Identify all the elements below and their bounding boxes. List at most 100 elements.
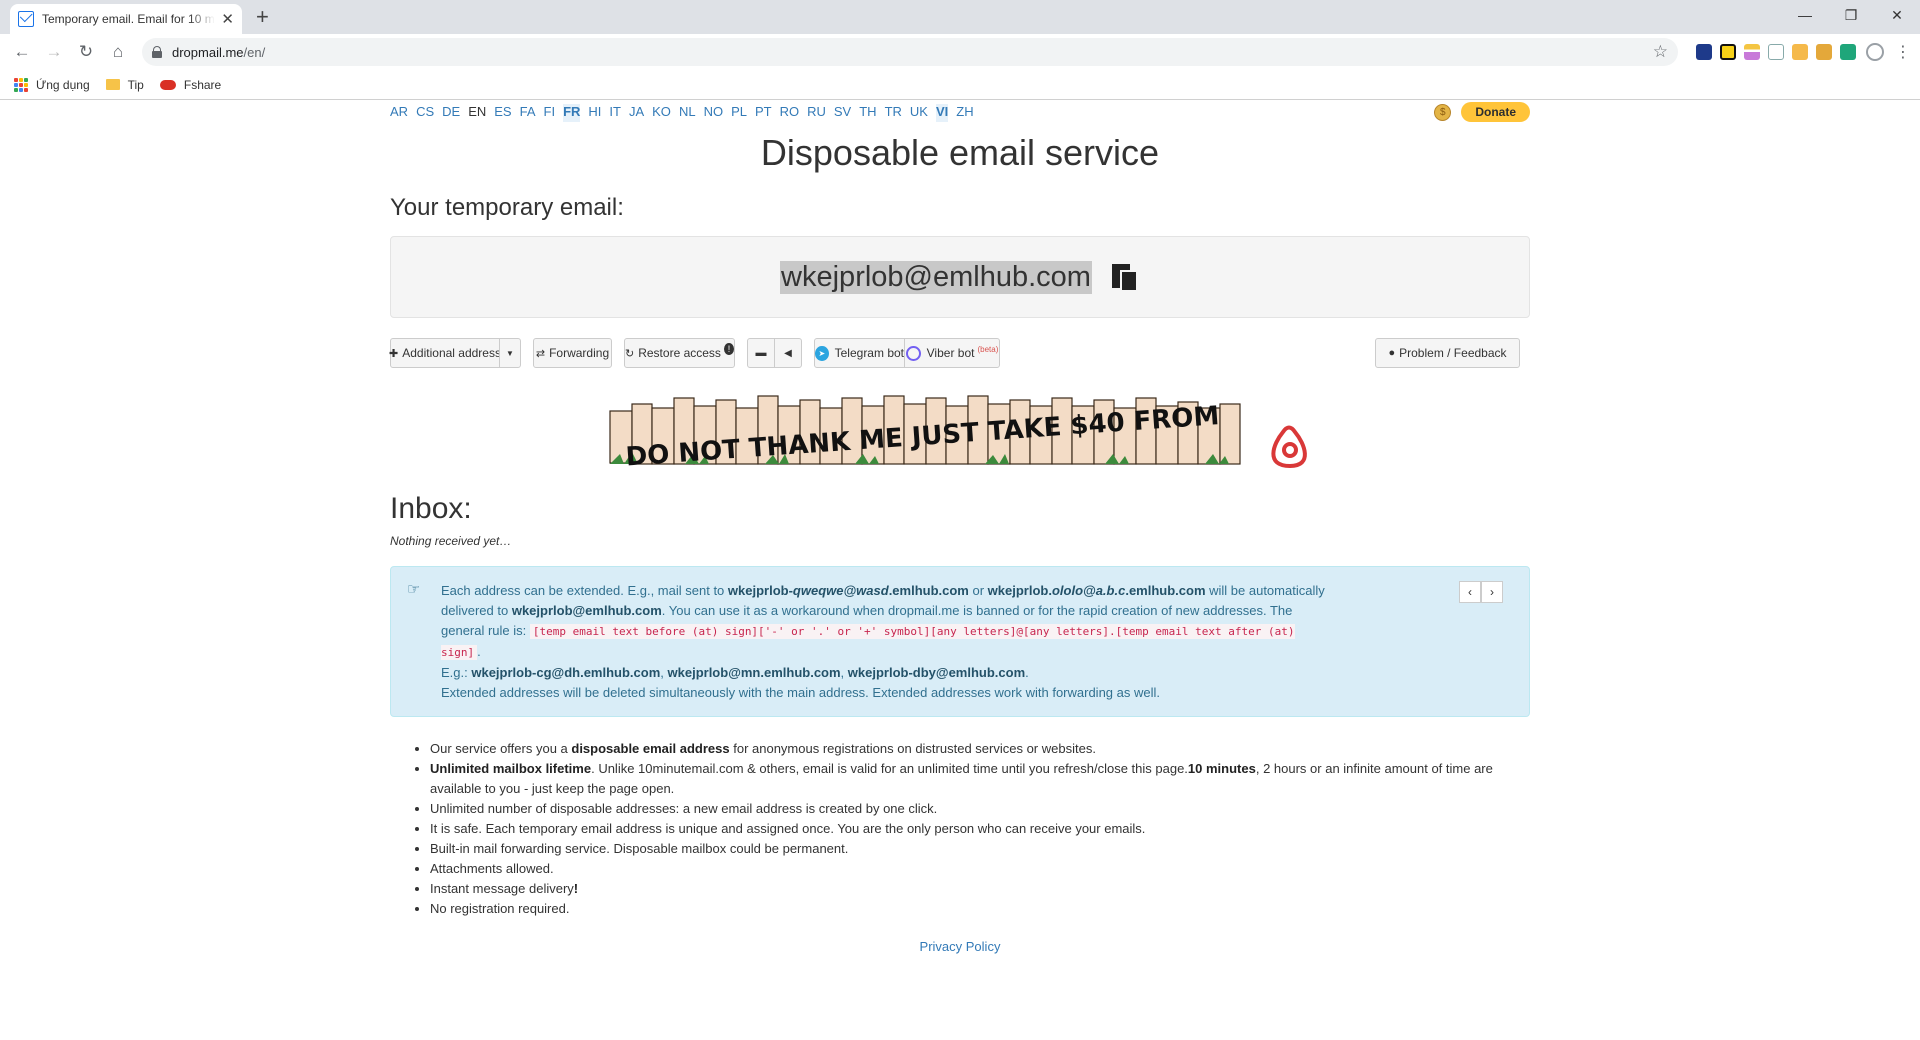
language-link-nl[interactable]: NL bbox=[679, 104, 696, 122]
bookmark-label: Fshare bbox=[183, 77, 222, 92]
page-title: Disposable email service bbox=[760, 132, 1160, 173]
extension-person-icon[interactable] bbox=[1840, 44, 1856, 60]
extension-grid-icon[interactable] bbox=[1816, 44, 1832, 60]
restore-icon[interactable]: ❐ bbox=[1828, 0, 1874, 30]
language-link-ro[interactable]: RO bbox=[780, 104, 800, 122]
extension-icons bbox=[1696, 44, 1856, 60]
language-link-it[interactable]: IT bbox=[609, 104, 621, 122]
telegram-bot-button[interactable]: ➤ Telegram bot bbox=[814, 338, 905, 368]
menu-kebab-icon[interactable]: ⋮ bbox=[1894, 42, 1912, 62]
url-path: /en/ bbox=[243, 44, 266, 60]
language-link-ru[interactable]: RU bbox=[807, 104, 826, 122]
language-link-es[interactable]: ES bbox=[494, 104, 511, 122]
example-domain: .emlhub.com bbox=[888, 583, 969, 598]
language-link-tr[interactable]: TR bbox=[885, 104, 902, 122]
browser-tab[interactable]: Temporary email. Email for 10 minutes ✕ bbox=[10, 4, 242, 34]
telegram-bot-label: Telegram bot bbox=[834, 346, 904, 360]
hand-pointer-icon: ☞ bbox=[407, 581, 421, 598]
language-link-de[interactable]: DE bbox=[442, 104, 460, 122]
profile-avatar-icon[interactable] bbox=[1866, 43, 1884, 61]
eg-address: wkejprlob@mn.emlhub.com bbox=[667, 665, 841, 680]
lock-icon[interactable] bbox=[152, 46, 162, 58]
close-window-icon[interactable]: ✕ bbox=[1874, 0, 1920, 30]
feature-text: Instant message delivery bbox=[430, 881, 574, 896]
temp-email-address[interactable]: wkejprlob@emlhub.com bbox=[780, 260, 1092, 294]
donate-button[interactable]: Donate bbox=[1461, 102, 1530, 122]
language-link-fr[interactable]: FR bbox=[563, 104, 581, 122]
chat-button[interactable]: ▬ bbox=[747, 338, 775, 368]
temp-email-label: Your temporary email: bbox=[390, 194, 624, 221]
language-link-pt[interactable]: PT bbox=[755, 104, 772, 122]
language-link-fa[interactable]: FA bbox=[520, 104, 536, 122]
separator: . bbox=[1025, 665, 1029, 680]
tip-text: Each address can be extended. E.g., mail… bbox=[441, 583, 728, 598]
language-link-hi[interactable]: HI bbox=[588, 104, 601, 122]
address-bar[interactable]: dropmail.me/en/ ☆ bbox=[142, 38, 1678, 66]
language-link-fi[interactable]: FI bbox=[544, 104, 556, 122]
inbox-empty-message: Nothing received yet… bbox=[390, 534, 512, 548]
rule-code: [temp email text before (at) sign]['-' o… bbox=[441, 624, 1295, 660]
restore-access-button[interactable]: ↻ Restore access ! bbox=[624, 338, 735, 368]
extension-leaf-icon[interactable] bbox=[1792, 44, 1808, 60]
forward-icon[interactable]: → bbox=[40, 38, 68, 66]
tips-text: Each address can be extended. E.g., mail… bbox=[441, 581, 1331, 703]
refresh-icon: ↻ bbox=[625, 347, 635, 360]
reload-icon[interactable]: ↻ bbox=[72, 38, 100, 66]
list-item: Our service offers you a disposable emai… bbox=[430, 739, 1530, 759]
extension-stripes-icon[interactable] bbox=[1744, 44, 1760, 60]
chevron-left-icon[interactable]: ‹ bbox=[1459, 581, 1481, 603]
close-tab-icon[interactable]: ✕ bbox=[221, 10, 234, 28]
language-link-vi[interactable]: VI bbox=[935, 104, 949, 122]
bookmark-fshare[interactable]: Fshare bbox=[159, 77, 222, 92]
tips-alert: ☞ Each address can be extended. E.g., ma… bbox=[390, 566, 1530, 717]
announce-button[interactable]: ◀ bbox=[774, 338, 802, 368]
language-link-ar[interactable]: AR bbox=[390, 104, 408, 122]
language-link-cs[interactable]: CS bbox=[416, 104, 434, 122]
example-user: wkejprlob. bbox=[987, 583, 1052, 598]
extension-n-icon[interactable] bbox=[1720, 44, 1736, 60]
minimize-icon[interactable]: — bbox=[1782, 0, 1828, 30]
back-icon[interactable]: ← bbox=[8, 38, 36, 66]
forwarding-button[interactable]: ⇄ Forwarding bbox=[533, 338, 612, 368]
additional-address-dropdown[interactable]: ▼ bbox=[499, 338, 521, 368]
feature-bold: Unlimited mailbox lifetime bbox=[430, 761, 592, 776]
eg-address: wkejprlob-dby@emlhub.com bbox=[847, 665, 1026, 680]
extension-j-icon[interactable] bbox=[1696, 44, 1712, 60]
feature-text: . Unlike 10minutemail.com & others, emai… bbox=[591, 761, 1188, 776]
caret-down-icon: ▼ bbox=[506, 348, 514, 358]
language-link-zh[interactable]: ZH bbox=[956, 104, 973, 122]
privacy-policy-link[interactable]: Privacy Policy bbox=[390, 939, 1530, 954]
language-link-pl[interactable]: PL bbox=[731, 104, 747, 122]
extension-arrow-icon[interactable] bbox=[1768, 44, 1784, 60]
example-address-1: wkejprlob-qweqwe@wasd.emlhub.com bbox=[728, 583, 969, 598]
main-container: AR CS DE EN ES FA FI FR HI IT JA KO NL NO PL PT RO RU SV TH… bbox=[389, 100, 1530, 954]
ad-banner[interactable]: DO NOT THANK ME JUST TAKE $40 FROM bbox=[605, 386, 1315, 474]
forwarding-label: Forwarding bbox=[549, 346, 610, 360]
features-list: Our service offers you a disposable emai… bbox=[390, 739, 1530, 919]
viber-bot-button[interactable]: Viber bot (beta) bbox=[904, 338, 1000, 368]
language-link-th[interactable]: TH bbox=[859, 104, 876, 122]
feature-text: for anonymous registrations on distruste… bbox=[729, 741, 1096, 756]
language-link-ko[interactable]: KO bbox=[652, 104, 671, 122]
language-link-no[interactable]: NO bbox=[704, 104, 724, 122]
chevron-right-icon[interactable]: › bbox=[1481, 581, 1503, 603]
new-tab-icon[interactable]: + bbox=[256, 4, 269, 30]
apps-grid-icon bbox=[14, 77, 28, 92]
bookmark-star-icon[interactable]: ☆ bbox=[1653, 42, 1668, 62]
language-link-ja[interactable]: JA bbox=[629, 104, 644, 122]
copy-icon[interactable] bbox=[1110, 262, 1140, 292]
bookmark-apps[interactable]: Ứng dụng bbox=[14, 77, 90, 92]
problem-feedback-label: Problem / Feedback bbox=[1399, 346, 1507, 360]
example-tag: ololo@a.b.c bbox=[1051, 583, 1126, 598]
bookmark-tip[interactable]: Tip bbox=[105, 78, 144, 92]
language-link-sv[interactable]: SV bbox=[834, 104, 851, 122]
tab-strip: Temporary email. Email for 10 minutes ✕ … bbox=[0, 0, 1920, 34]
shuffle-icon: ⇄ bbox=[535, 347, 546, 360]
additional-address-button[interactable]: ✚ Additional address bbox=[389, 338, 501, 368]
home-icon[interactable]: ⌂ bbox=[104, 38, 132, 66]
tips-pager: ‹ › bbox=[1459, 581, 1503, 603]
coin-icon: $ bbox=[1434, 103, 1452, 121]
problem-feedback-button[interactable]: ● Problem / Feedback bbox=[1375, 338, 1520, 368]
viber-icon bbox=[905, 345, 921, 361]
language-link-uk[interactable]: UK bbox=[910, 104, 928, 122]
